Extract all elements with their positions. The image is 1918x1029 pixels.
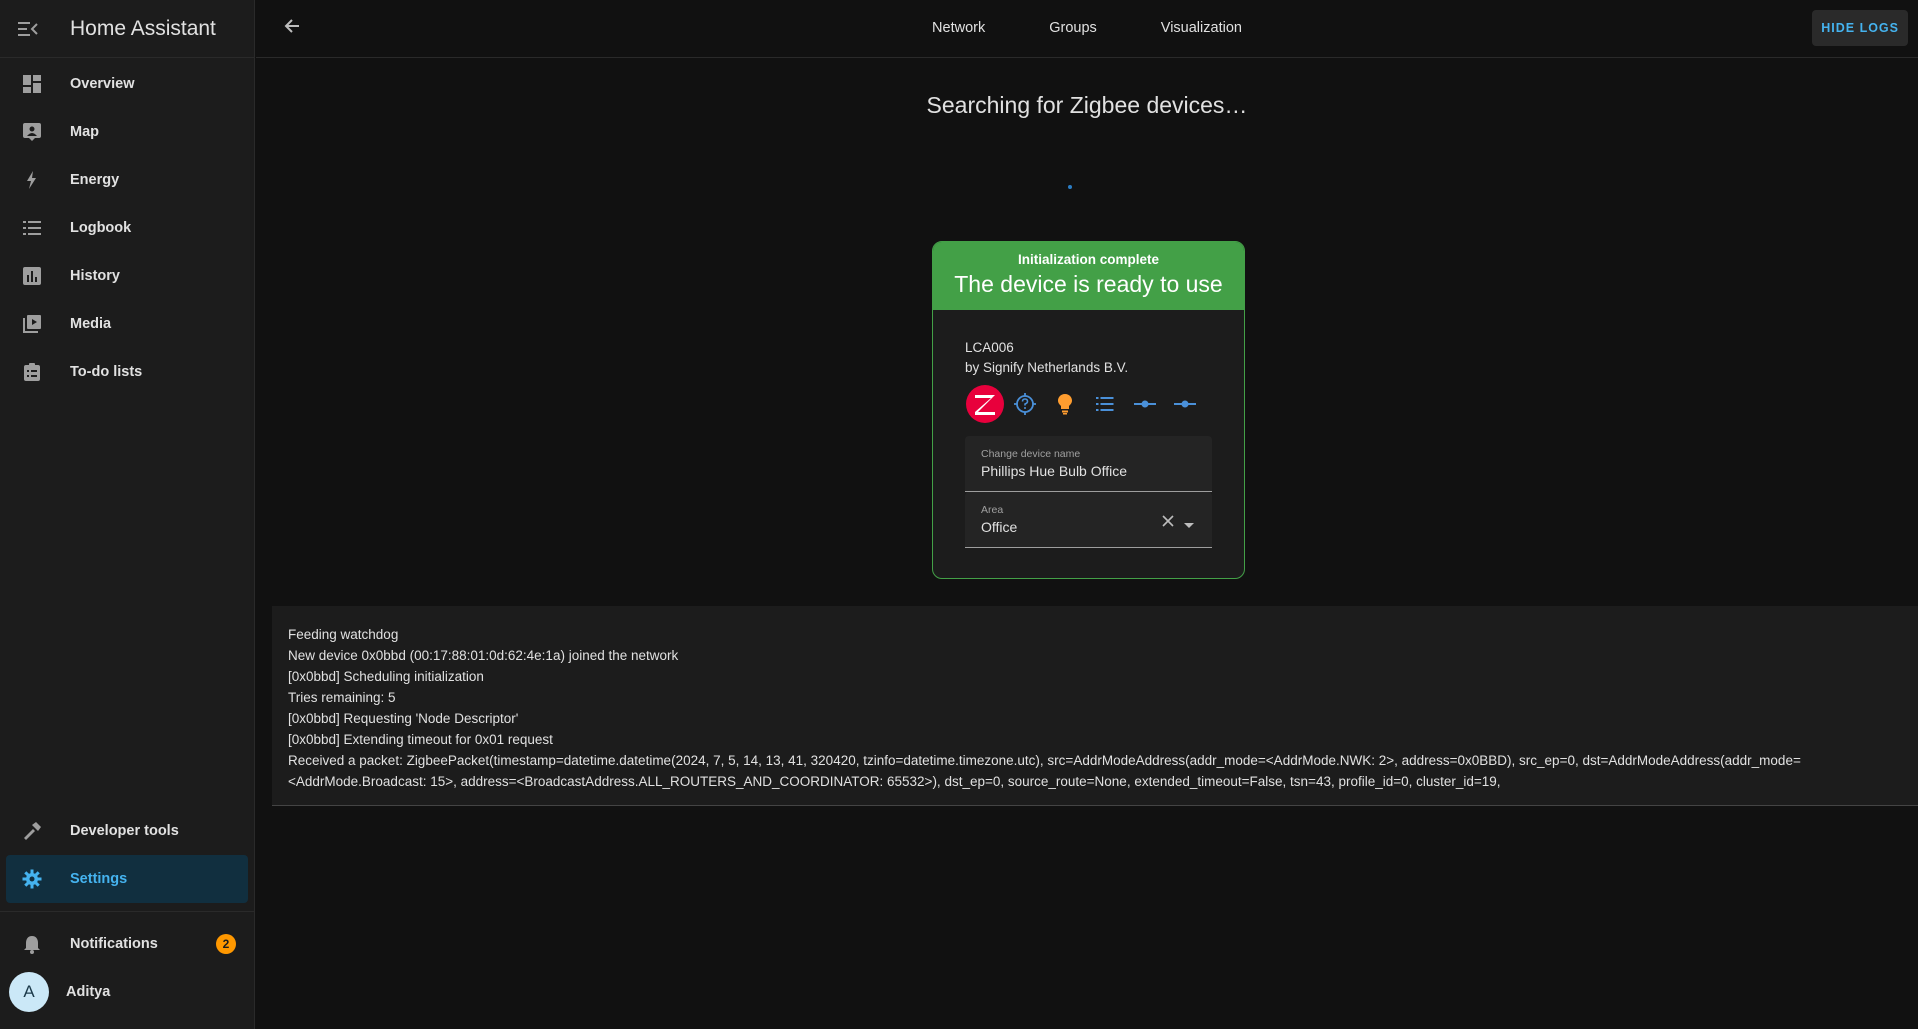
sidebar-item-overview[interactable]: Overview (6, 60, 248, 108)
arrow-left-icon (284, 19, 299, 33)
sidebar-item-developer-tools[interactable]: Developer tools (6, 807, 248, 855)
app-title: Home Assistant (70, 16, 216, 40)
device-manufacturer: by Signify Netherlands B.V. (965, 360, 1129, 375)
device-name-label: Change device name (981, 448, 1081, 460)
connection-icon (1174, 400, 1196, 408)
area-dropdown-button[interactable] (1184, 516, 1194, 534)
tab-groups[interactable]: Groups (1017, 0, 1129, 57)
progress-spinner (1068, 185, 1072, 189)
avatar: A (9, 972, 49, 1012)
device-action-row (965, 384, 1212, 424)
chart-icon (23, 267, 41, 285)
device-model: LCA006 (965, 340, 1014, 355)
sidebar-item-energy[interactable]: Energy (6, 156, 248, 204)
lightning-icon (27, 171, 36, 189)
device-type-button[interactable] (1005, 384, 1045, 424)
sidebar-header: Home Assistant (0, 0, 254, 58)
sidebar-item-label: Developer tools (70, 823, 179, 839)
dashboard-icon (23, 75, 41, 93)
sidebar-item-label: Settings (70, 871, 128, 887)
log-line: New device 0x0bbd (00:17:88:01:0d:62:4e:… (288, 648, 679, 663)
sidebar-item-label: Overview (70, 76, 135, 92)
device-name-field[interactable]: Change device name Phillips Hue Bulb Off… (965, 436, 1212, 492)
area-value: Office (981, 519, 1018, 535)
crosshairs-question-icon (1014, 393, 1036, 415)
log-line: Feeding watchdog (288, 627, 399, 642)
sidebar-item-label: Notifications (70, 936, 158, 952)
sidebar-item-logbook[interactable]: Logbook (6, 204, 248, 252)
device-name-input[interactable]: Phillips Hue Bulb Office (981, 463, 1127, 479)
back-button[interactable] (282, 16, 302, 41)
tab-network[interactable]: Network (900, 0, 1017, 57)
sidebar-item-notifications[interactable]: Notifications 2 (6, 920, 248, 968)
log-line: [0x0bbd] Extending timeout for 0x01 requ… (288, 732, 553, 747)
tab-bar: Network Groups Visualization (256, 0, 1918, 57)
sidebar-item-label: History (70, 268, 120, 284)
log-line: Tries remaining: 5 (288, 690, 396, 705)
sidebar-item-label: To-do lists (70, 364, 143, 380)
sidebar-item-label: Map (70, 124, 99, 140)
hammer-icon (24, 822, 41, 840)
notification-badge: 2 (216, 934, 236, 954)
page-title: Searching for Zigbee devices… (926, 92, 1248, 118)
sidebar-item-user[interactable]: A Aditya (6, 968, 248, 1016)
sidebar-item-media[interactable]: Media (6, 300, 248, 348)
list-icon (1096, 397, 1114, 411)
hide-logs-button[interactable]: HIDE LOGS (1812, 10, 1908, 46)
menu-button[interactable] (0, 1, 56, 57)
gear-icon (22, 869, 42, 889)
user-name: Aditya (66, 984, 111, 1000)
sidebar-nav: Overview Map Energy Logbook History Medi… (0, 58, 254, 396)
sidebar-bottom: Developer tools Settings Notifications 2… (0, 807, 254, 1016)
top-bar: Network Groups Visualization HIDE LOGS (256, 0, 1918, 58)
menu-collapse-icon (18, 21, 38, 36)
sidebar-item-label: Logbook (70, 220, 132, 236)
area-label: Area (981, 504, 1004, 516)
sidebar-item-history[interactable]: History (6, 252, 248, 300)
zigbee-icon (966, 385, 1004, 423)
sidebar-item-label: Media (70, 316, 112, 332)
log-panel: Feeding watchdog New device 0x0bbd (00:1… (272, 606, 1918, 806)
chevron-down-icon (1184, 523, 1194, 528)
clipboard-icon (24, 363, 40, 381)
device-card: Initialization complete The device is re… (932, 241, 1245, 579)
light-entity-button[interactable] (1045, 384, 1085, 424)
sidebar: Home Assistant Overview Map Energy Logbo… (0, 0, 255, 1029)
status-title: The device is ready to use (954, 271, 1223, 297)
list-icon (23, 221, 41, 235)
tab-visualization[interactable]: Visualization (1129, 0, 1274, 57)
connection-icon (1134, 400, 1156, 408)
clear-area-button[interactable] (1162, 514, 1174, 532)
device-status-header: Initialization complete The device is re… (933, 242, 1244, 310)
sidebar-item-todo[interactable]: To-do lists (6, 348, 248, 396)
status-subtitle: Initialization complete (1017, 252, 1160, 267)
sidebar-item-label: Energy (70, 172, 120, 188)
log-line: [0x0bbd] Scheduling initialization (288, 669, 484, 684)
connection-button-2[interactable] (1165, 384, 1205, 424)
close-icon (1162, 515, 1174, 527)
device-card-body: LCA006 by Signify Netherlands B.V. Chang… (933, 340, 1244, 548)
map-icon (23, 123, 41, 141)
device-info-list-button[interactable] (1085, 384, 1125, 424)
sidebar-divider (0, 911, 254, 912)
area-select[interactable]: Area Office (965, 492, 1212, 548)
lightbulb-icon (1058, 394, 1072, 415)
log-line: [0x0bbd] Requesting 'Node Descriptor' (288, 711, 519, 726)
media-icon (23, 315, 41, 333)
bell-icon (24, 936, 40, 954)
log-line: Received a packet: ZigbeePacket(timestam… (288, 753, 1801, 789)
sidebar-item-settings[interactable]: Settings (6, 855, 248, 903)
zigbee-logo (965, 384, 1005, 424)
connection-button-1[interactable] (1125, 384, 1165, 424)
sidebar-item-map[interactable]: Map (6, 108, 248, 156)
